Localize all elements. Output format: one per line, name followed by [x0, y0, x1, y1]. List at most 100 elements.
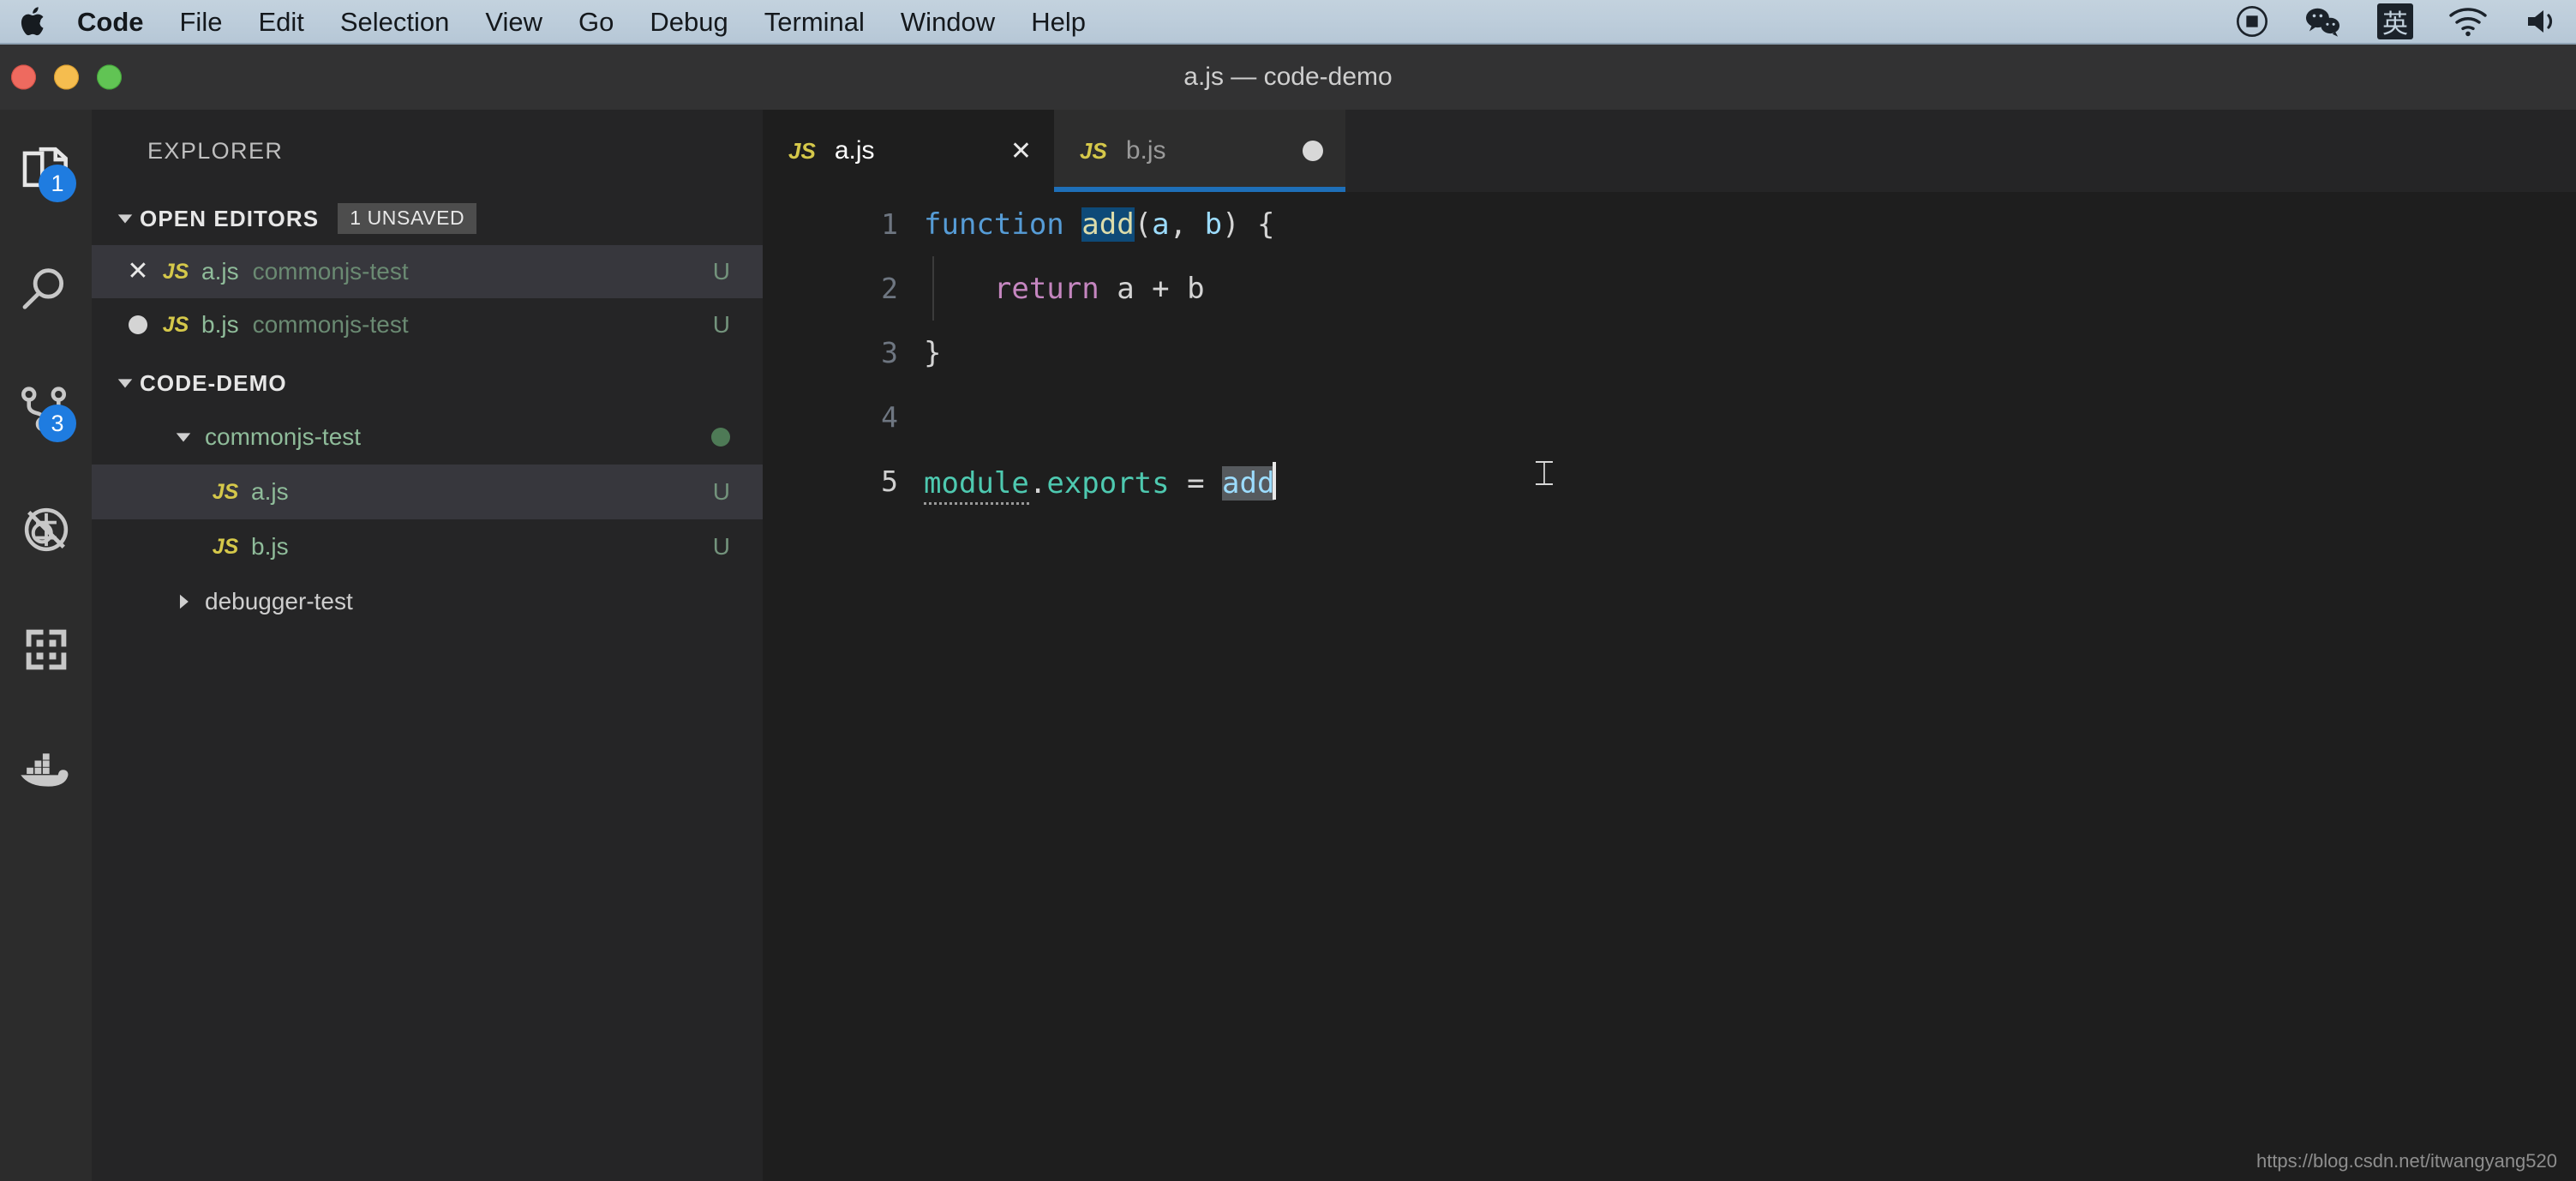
dirty-indicator-icon[interactable]	[1251, 141, 1323, 161]
open-editors-label: OPEN EDITORS	[140, 205, 320, 231]
open-editor-row-b[interactable]: JS b.js commonjs-test U	[92, 298, 763, 351]
tab-a-js[interactable]: JS a.js ✕	[763, 110, 1054, 192]
open-editors-header[interactable]: OPEN EDITORS 1 UNSAVED	[92, 192, 763, 245]
token-object-module: module	[924, 466, 1029, 505]
tab-label: a.js	[834, 136, 875, 165]
code-line-4: 4	[763, 385, 2576, 449]
token-keyword-return: return	[993, 271, 1099, 306]
activity-extensions-button[interactable]	[0, 590, 92, 710]
git-status-badge: U	[712, 478, 730, 505]
debug-icon	[20, 505, 73, 555]
open-editor-path: commonjs-test	[252, 311, 409, 338]
code-line-5: 5 module.exports = add ⌶	[763, 449, 2576, 513]
sidebar-title: EXPLORER	[147, 137, 284, 164]
folder-root-header[interactable]: CODE-DEMO	[92, 357, 763, 410]
code-line-2: 2 return a + b	[763, 256, 2576, 321]
token-property-exports: exports	[1046, 466, 1170, 501]
menu-bar-tray: 英	[2201, 3, 2561, 39]
token-keyword-function: function	[924, 207, 1064, 242]
js-file-icon: JS	[212, 479, 239, 504]
docker-icon	[19, 747, 74, 792]
token-value-add: add	[1222, 466, 1275, 501]
open-editor-name: a.js	[201, 258, 239, 285]
menu-terminal[interactable]: Terminal	[764, 9, 865, 35]
minimize-window-button[interactable]	[54, 64, 79, 90]
activity-search-button[interactable]	[0, 230, 92, 350]
tree-folder-debugger-test[interactable]: debugger-test	[92, 574, 763, 629]
git-status-badge: U	[712, 533, 730, 560]
code-content-line-2: return a + b	[924, 272, 1205, 306]
git-status-badge: U	[712, 258, 730, 285]
open-editor-name: b.js	[201, 311, 239, 338]
mouse-ibeam-cursor: ⌶	[1534, 454, 1555, 494]
close-window-button[interactable]	[11, 64, 36, 90]
menu-debug[interactable]: Debug	[650, 9, 728, 35]
apple-logo-icon[interactable]	[19, 4, 48, 39]
js-file-icon: JS	[162, 312, 189, 337]
code-editor[interactable]: 1 function add(a, b) { 2 return a + b 3 …	[763, 192, 2576, 1181]
tree-folder-name: debugger-test	[205, 588, 353, 614]
tree-file-b-js[interactable]: JS b.js U	[92, 519, 763, 574]
js-file-icon: JS	[212, 534, 239, 559]
input-method-icon[interactable]: 英	[2377, 3, 2413, 39]
token-paren-open: (	[1134, 207, 1153, 242]
menu-file[interactable]: File	[180, 9, 223, 35]
tab-b-js[interactable]: JS b.js	[1054, 110, 1345, 192]
editor-tab-bar: JS a.js ✕ JS b.js	[763, 110, 2576, 192]
token-param-b: b	[1204, 207, 1223, 242]
menu-edit[interactable]: Edit	[258, 9, 303, 35]
token-dot: .	[1028, 466, 1047, 501]
js-file-icon: JS	[1080, 137, 1107, 164]
activity-explorer-button[interactable]: 1	[0, 110, 92, 230]
js-file-icon: JS	[788, 137, 816, 164]
explorer-badge: 1	[39, 165, 76, 202]
watermark-text: https://blog.csdn.net/itwangyang520	[2255, 1150, 2557, 1172]
activity-debug-button[interactable]	[0, 470, 92, 590]
window-title-bar: a.js — code-demo	[0, 45, 2576, 110]
chevron-right-icon	[167, 592, 200, 611]
text-caret	[1273, 462, 1277, 500]
wechat-icon[interactable]	[2303, 4, 2343, 39]
token-assign: =	[1169, 466, 1223, 501]
volume-icon[interactable]	[2523, 5, 2561, 38]
menu-selection[interactable]: Selection	[340, 9, 450, 35]
folder-modified-dot	[711, 428, 730, 447]
input-method-label: 英	[2377, 3, 2413, 39]
screen-record-icon[interactable]	[2235, 4, 2269, 39]
explorer-sidebar: EXPLORER OPEN EDITORS 1 UNSAVED ✕ JS a.j…	[92, 110, 763, 1181]
close-icon[interactable]: ✕	[121, 259, 155, 285]
token-comma: ,	[1169, 207, 1205, 242]
git-status-badge: U	[712, 311, 730, 338]
code-line-1: 1 function add(a, b) {	[763, 192, 2576, 256]
tree-folder-commonjs-test[interactable]: commonjs-test	[92, 410, 763, 465]
macos-menu-bar: Code File Edit Selection View Go Debug T…	[0, 0, 2576, 45]
tree-file-name: b.js	[251, 533, 289, 560]
tab-label: b.js	[1125, 136, 1166, 165]
code-content-line-3: }	[924, 335, 942, 370]
menu-view[interactable]: View	[485, 9, 542, 35]
activity-docker-button[interactable]	[0, 710, 92, 830]
menu-help[interactable]: Help	[1031, 9, 1086, 35]
dirty-indicator-icon[interactable]	[121, 315, 155, 334]
tree-file-name: a.js	[251, 478, 289, 505]
menu-go[interactable]: Go	[578, 9, 614, 35]
open-editor-row-a[interactable]: ✕ JS a.js commonjs-test U	[92, 245, 763, 298]
menu-code[interactable]: Code	[77, 9, 144, 35]
extensions-icon	[21, 626, 72, 674]
editor-group: JS a.js ✕ JS b.js 1 function add(a, b) {…	[763, 110, 2576, 1181]
window-title: a.js — code-demo	[1183, 63, 1393, 91]
tree-file-a-js[interactable]: JS a.js U	[92, 465, 763, 519]
code-content-line-1: function add(a, b) {	[924, 207, 1275, 242]
activity-source-control-button[interactable]: 3	[0, 350, 92, 470]
zoom-window-button[interactable]	[97, 64, 122, 90]
close-icon[interactable]: ✕	[959, 136, 1032, 166]
menu-window[interactable]: Window	[901, 9, 995, 35]
token-param-a: a	[1152, 207, 1170, 242]
wifi-icon[interactable]	[2447, 6, 2489, 37]
line-number: 4	[881, 400, 898, 434]
js-file-icon: JS	[162, 259, 189, 284]
line-number: 2	[881, 272, 898, 305]
line-number: 3	[881, 336, 898, 369]
